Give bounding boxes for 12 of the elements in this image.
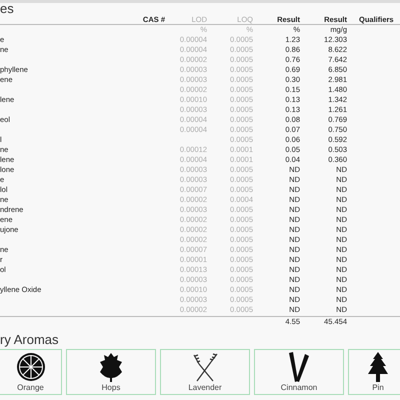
cinnamon-sticks-icon [287, 350, 311, 382]
hop-cone-icon [99, 352, 123, 382]
citrus-slice-icon [16, 352, 46, 382]
aroma-label: Pin [372, 383, 384, 392]
pine-tree-icon [367, 350, 389, 382]
aroma-label: Lavender [188, 383, 222, 392]
section-title: es [0, 3, 14, 15]
lavender-sprig-icon [191, 352, 219, 382]
aroma-label: Orange [17, 383, 44, 392]
aroma-label: Cinnamon [280, 383, 318, 392]
section-title: ry Aromas [0, 332, 59, 348]
aroma-label: Hops [102, 383, 120, 392]
